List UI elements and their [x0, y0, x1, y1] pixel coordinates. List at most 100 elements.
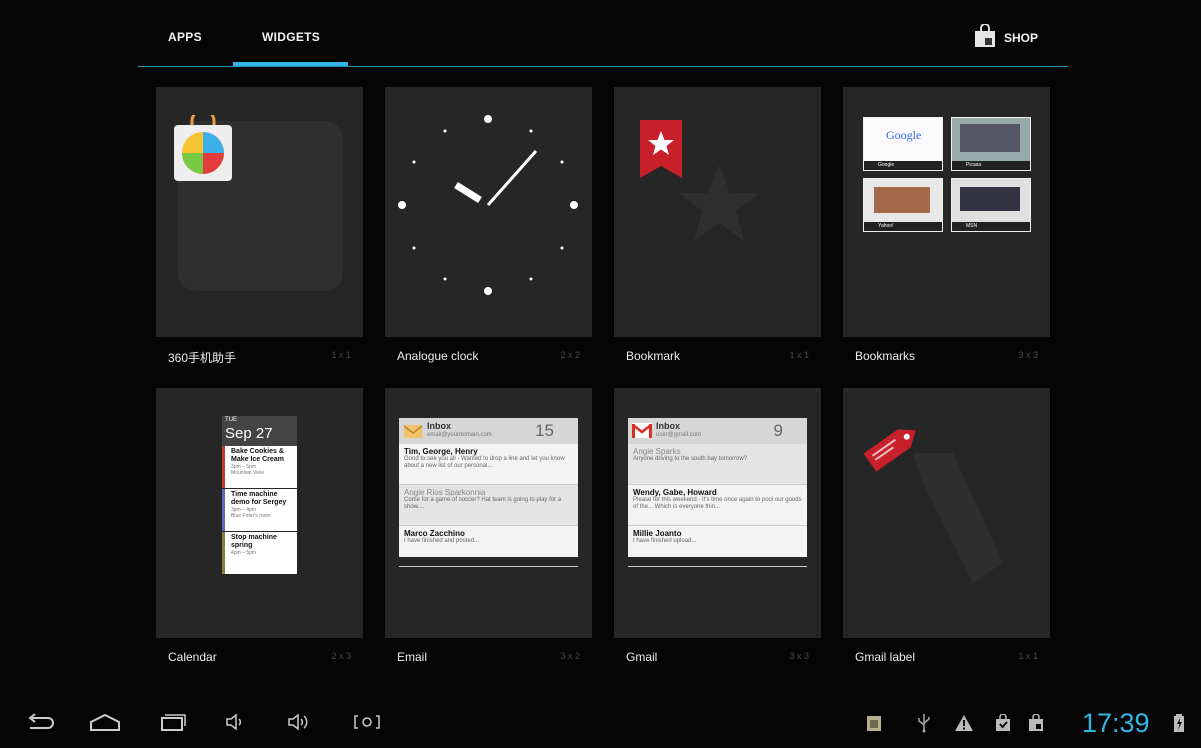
email-preview-header: Inbox email@yourdomain.com 15: [399, 418, 578, 444]
volume-down-button[interactable]: [218, 710, 252, 738]
recent-apps-icon: [156, 712, 186, 737]
calendar-header: TUE Sep 27: [222, 416, 297, 446]
gmail-preview: Inbox user@gmail.com 9 Angie Sparks Anyo…: [628, 418, 807, 567]
system-bar: [0, 700, 1201, 748]
gmail-preview-account: user@gmail.com: [656, 432, 702, 438]
calendar-event: Time machine demo for Sergey 3pm – 4pm B…: [222, 489, 297, 531]
widget-size: 3 x 2: [560, 651, 580, 661]
email-snippet: Come for a game of soccer? Hat team is g…: [404, 497, 562, 510]
tab-divider: [138, 66, 1068, 67]
label-tag-icon: [859, 414, 925, 485]
gmail-row: Angie Sparks Anyone driving to the south…: [628, 444, 807, 485]
360-assistant-app-icon: [172, 108, 234, 188]
widget-size: 2 x 3: [331, 651, 351, 661]
faded-star-icon: [669, 155, 769, 260]
email-preview: Inbox email@yourdomain.com 15 Tim, Georg…: [399, 418, 578, 567]
gmail-unread-count: 9: [773, 421, 783, 440]
status-clock[interactable]: 17:39: [1082, 708, 1150, 739]
warning-icon[interactable]: [953, 712, 975, 734]
email-sender: Tim, George, Henry: [404, 447, 478, 456]
download-icon[interactable]: [992, 712, 1014, 734]
thumbnail-image: [874, 187, 930, 213]
widget-preview-card: Inbox user@gmail.com 9 Angie Sparks Anyo…: [614, 388, 821, 638]
calendar-preview: TUE Sep 27 Bake Cookies & Make Ice Cream…: [222, 416, 297, 577]
shop-button[interactable]: SHOP: [974, 22, 1038, 53]
gmail-snippet: Anyone driving to the south bay tomorrow…: [633, 456, 748, 462]
gmail-snippet: Please for this weekend - It's time once…: [633, 497, 802, 510]
widget-name: Email: [397, 650, 428, 664]
bookmark-thumbnail: Google Google: [863, 117, 943, 171]
widget-preview-card: Inbox email@yourdomain.com 15 Tim, Georg…: [385, 388, 592, 638]
gmail-preview-title: Inbox: [656, 421, 680, 431]
email-row: Marco Zacchino I have finished and poste…: [399, 526, 578, 567]
gmail-sender: Millie Joanto: [633, 529, 682, 538]
usb-icon: [913, 712, 935, 734]
calendar-event: Stop machine spring 4pm – 5pm: [222, 532, 297, 574]
tab-apps[interactable]: APPS: [168, 30, 202, 44]
gmail-sender: Wendy, Gabe, Howard: [633, 488, 717, 497]
gmail-row: Millie Joanto I have finished upload...: [628, 526, 807, 567]
screenshot-icon: [352, 712, 382, 737]
gmail-logo-icon: [632, 423, 652, 440]
calendar-event-title: Time machine demo for Sergey: [231, 491, 287, 506]
email-snippet: I have finished and posted...: [404, 538, 480, 544]
widget-size: 1 x 1: [1018, 651, 1038, 661]
email-sender: Angie Rios Sparkonnia: [404, 488, 486, 497]
back-icon: [24, 712, 54, 737]
shopping-bag-icon: [974, 22, 996, 53]
widget-name: Bookmark: [626, 349, 681, 363]
calendar-event-time: 4pm – 5pm: [231, 550, 257, 556]
widget-preview-card: TUE Sep 27 Bake Cookies & Make Ice Cream…: [156, 388, 363, 638]
shop-label: SHOP: [1003, 31, 1038, 45]
thumbnail-image: [960, 124, 1020, 152]
calendar-event: Bake Cookies & Make Ice Cream 3pm – 5pm …: [222, 446, 297, 488]
widget-name: Calendar: [168, 650, 217, 664]
volume-up-button[interactable]: [282, 710, 316, 738]
bookmark-thumbnail-label: MSN: [952, 222, 1030, 231]
gmail-row: Wendy, Gabe, Howard Please for this week…: [628, 485, 807, 526]
home-button[interactable]: [88, 710, 122, 738]
gmail-snippet: I have finished upload...: [633, 538, 697, 544]
thumbnail-image: [960, 187, 1020, 211]
widget-preview-card: [843, 388, 1050, 638]
widget-name: 360手机助手: [168, 351, 237, 365]
email-row: Angie Rios Sparkonnia Come for a game of…: [399, 485, 578, 526]
battery-icon[interactable]: [1168, 712, 1190, 734]
screenshot-button[interactable]: [350, 710, 384, 738]
widget-tab-bar: APPS WIDGETS SHOP: [138, 0, 1068, 68]
email-snippet: Good to see you all - Wanted to drop a l…: [404, 456, 565, 469]
bookmark-thumbnail: Yahoo!: [863, 178, 943, 232]
volume-down-icon: [224, 712, 246, 737]
widget-preview-card: [156, 87, 363, 337]
calendar-day-of-week: TUE: [225, 417, 237, 423]
email-preview-title: Inbox: [427, 421, 451, 431]
calendar-event-place: Mountain View: [231, 470, 264, 476]
home-icon: [88, 712, 122, 737]
widget-preview-card: [385, 87, 592, 337]
gmail-sender: Angie Sparks: [633, 447, 681, 456]
app-notification-icon[interactable]: [863, 712, 885, 734]
email-unread-count: 15: [535, 421, 554, 440]
tab-widgets[interactable]: WIDGETS: [262, 30, 320, 44]
widget-name: Bookmarks: [855, 349, 916, 363]
widget-name: Gmail: [626, 650, 658, 664]
shop-notification-icon[interactable]: [1025, 712, 1047, 734]
widget-size: 1 x 1: [789, 350, 809, 360]
calendar-event-title: Bake Cookies & Make Ice Cream: [231, 448, 284, 463]
widget-preview-card: Google Google Picasa Yahoo! MSN: [843, 87, 1050, 337]
email-preview-account: email@yourdomain.com: [427, 432, 492, 438]
email-sender: Marco Zacchino: [404, 529, 465, 538]
mail-envelope-icon: [403, 422, 423, 442]
widget-size: 3 x 3: [789, 651, 809, 661]
analogue-clock-icon: [388, 105, 588, 310]
bookmark-thumbnail: MSN: [951, 178, 1031, 232]
back-button[interactable]: [22, 710, 56, 738]
volume-up-icon: [286, 712, 312, 737]
widget-name: Analogue clock: [397, 349, 479, 363]
calendar-event-title: Stop machine spring: [231, 534, 277, 549]
widget-name: Gmail label: [855, 650, 916, 664]
widget-size: 2 x 2: [560, 350, 580, 360]
email-row: Tim, George, Henry Good to see you all -…: [399, 444, 578, 485]
bookmark-thumbnail-logo: Google: [886, 128, 922, 142]
recent-apps-button[interactable]: [154, 710, 188, 738]
